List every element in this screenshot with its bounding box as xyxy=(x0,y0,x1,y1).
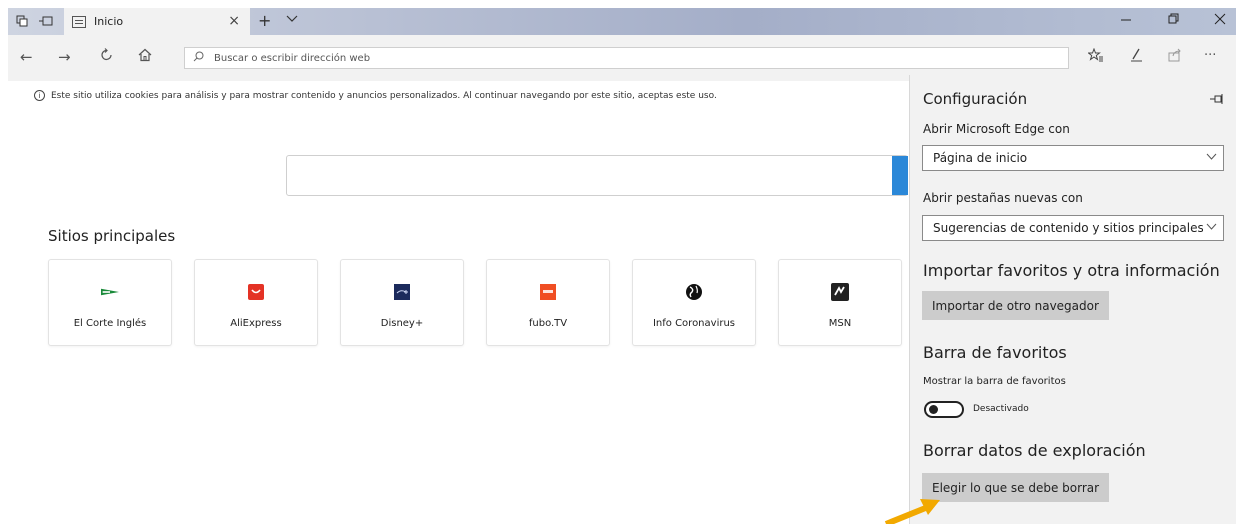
favorites-icon[interactable] xyxy=(1087,47,1104,66)
new-tab-page-icon xyxy=(72,15,86,28)
tile-label: fubo.TV xyxy=(528,318,568,329)
tile-label: El Corte Inglés xyxy=(73,318,147,329)
title-bar: Inicio × + xyxy=(8,8,1236,35)
show-tabs-icon[interactable] xyxy=(38,13,54,29)
import-button[interactable]: Importar de otro navegador xyxy=(922,291,1109,320)
close-icon[interactable] xyxy=(1214,12,1226,30)
search-icon xyxy=(193,51,204,65)
settings-panel: Configuración Abrir Microsoft Edge con P… xyxy=(909,75,1236,524)
tile-label: MSN xyxy=(828,318,852,329)
open-with-label: Abrir Microsoft Edge con xyxy=(923,122,1070,136)
globe-icon xyxy=(685,284,703,300)
top-site-tile-el-corte-ingles[interactable]: El Corte Inglés xyxy=(48,259,172,346)
home-icon[interactable] xyxy=(138,48,152,66)
back-icon[interactable]: ← xyxy=(20,48,33,66)
address-placeholder: Buscar o escribir dirección web xyxy=(214,52,371,64)
cookie-notice: i Este sitio utiliza cookies para anális… xyxy=(34,90,717,101)
tab-inicio[interactable]: Inicio × xyxy=(64,8,250,35)
top-site-tile-info-coronavirus[interactable]: Info Coronavirus xyxy=(632,259,756,346)
import-heading: Importar favoritos y otra información xyxy=(923,261,1220,280)
minimize-icon[interactable] xyxy=(1120,12,1132,30)
new-tabs-value: Sugerencias de contenido y sitios princi… xyxy=(933,221,1204,235)
callout-arrow-icon xyxy=(884,499,940,524)
favorites-bar-toggle[interactable] xyxy=(924,401,964,418)
new-tabs-select[interactable]: Sugerencias de contenido y sitios princi… xyxy=(922,215,1224,241)
close-tab-icon[interactable]: × xyxy=(228,13,240,29)
settings-title: Configuración xyxy=(923,90,1028,108)
fubo-tv-icon xyxy=(539,284,557,300)
new-tab-icon[interactable]: + xyxy=(258,11,271,30)
top-site-tile-disney-plus[interactable]: Disney+ xyxy=(340,259,464,346)
disney-plus-icon xyxy=(393,284,411,300)
refresh-icon[interactable] xyxy=(100,48,114,66)
open-with-select[interactable]: Página de inicio xyxy=(922,145,1224,171)
tile-label: Disney+ xyxy=(380,318,424,329)
pen-icon[interactable] xyxy=(1130,48,1144,66)
tile-label: AliExpress xyxy=(230,318,282,329)
restore-icon[interactable] xyxy=(1168,12,1180,30)
favorites-bar-label: Mostrar la barra de favoritos xyxy=(923,376,1066,387)
address-bar[interactable]: Buscar o escribir dirección web xyxy=(184,47,1069,69)
share-icon[interactable] xyxy=(1168,48,1182,66)
favorites-bar-toggle-state: Desactivado xyxy=(973,404,1029,414)
clear-data-heading: Borrar datos de exploración xyxy=(923,441,1146,460)
open-with-value: Página de inicio xyxy=(933,151,1028,165)
cookie-notice-text: Este sitio utiliza cookies para análisis… xyxy=(51,90,717,101)
web-search-input[interactable] xyxy=(286,155,908,196)
pin-icon[interactable] xyxy=(1210,93,1224,107)
toggle-knob xyxy=(929,405,938,414)
top-site-tile-msn[interactable]: MSN xyxy=(778,259,902,346)
info-icon: i xyxy=(34,90,45,101)
aliexpress-icon xyxy=(247,284,265,300)
clear-data-button[interactable]: Elegir lo que se debe borrar xyxy=(922,473,1110,502)
favorites-bar-heading: Barra de favoritos xyxy=(923,343,1067,362)
web-search-button[interactable] xyxy=(892,156,908,195)
new-tabs-label: Abrir pestañas nuevas con xyxy=(923,191,1083,205)
more-icon[interactable]: ··· xyxy=(1204,48,1216,63)
top-site-tile-fubo-tv[interactable]: fubo.TV xyxy=(486,259,610,346)
tab-title: Inicio xyxy=(94,15,124,28)
tile-label: Info Coronavirus xyxy=(652,318,736,329)
msn-icon xyxy=(831,283,849,301)
tab-set-aside-icon[interactable] xyxy=(14,13,30,29)
forward-icon[interactable]: → xyxy=(58,48,71,66)
chevron-down-icon xyxy=(1203,221,1217,234)
top-site-tile-aliexpress[interactable]: AliExpress xyxy=(194,259,318,346)
el-corte-ingles-icon xyxy=(101,284,119,300)
tab-menu-icon[interactable] xyxy=(286,12,298,26)
chevron-down-icon xyxy=(1203,151,1217,164)
top-sites-heading: Sitios principales xyxy=(48,227,176,245)
